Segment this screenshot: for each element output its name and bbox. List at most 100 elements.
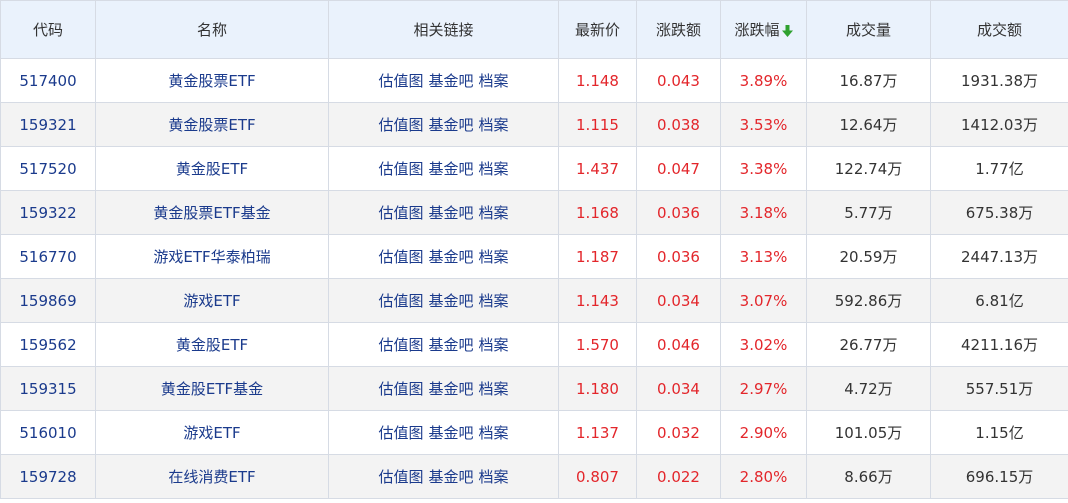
- price-change-pct: 3.53%: [720, 102, 807, 147]
- price-change: 0.034: [636, 278, 721, 323]
- fund-profile-link[interactable]: 档案: [479, 248, 509, 266]
- related-links-cell: 估值图 基金吧 档案: [328, 322, 559, 367]
- column-header-change-pct[interactable]: 涨跌幅: [720, 0, 807, 59]
- fund-code-link[interactable]: 159562: [0, 322, 96, 367]
- price-change-pct: 3.38%: [720, 146, 807, 191]
- fund-code-link[interactable]: 159728: [0, 454, 96, 499]
- column-header-name[interactable]: 名称: [95, 0, 329, 59]
- fund-code-link[interactable]: 159869: [0, 278, 96, 323]
- fund-profile-link[interactable]: 档案: [479, 468, 509, 486]
- price-change-pct: 3.13%: [720, 234, 807, 279]
- trade-volume: 26.77万: [806, 322, 931, 367]
- trade-volume: 5.77万: [806, 190, 931, 235]
- fund-forum-link[interactable]: 基金吧: [428, 204, 473, 222]
- fund-profile-link[interactable]: 档案: [479, 160, 509, 178]
- fund-forum-link[interactable]: 基金吧: [428, 336, 473, 354]
- valuation-chart-link[interactable]: 估值图: [378, 424, 423, 442]
- valuation-chart-link[interactable]: 估值图: [378, 204, 423, 222]
- column-header-volume[interactable]: 成交量: [806, 0, 931, 59]
- column-header-price[interactable]: 最新价: [558, 0, 637, 59]
- fund-forum-link[interactable]: 基金吧: [428, 380, 473, 398]
- fund-code-link[interactable]: 516770: [0, 234, 96, 279]
- fund-name-link[interactable]: 黄金股票ETF: [95, 102, 329, 147]
- valuation-chart-link[interactable]: 估值图: [378, 248, 423, 266]
- fund-forum-link[interactable]: 基金吧: [428, 116, 473, 134]
- fund-code-link[interactable]: 159321: [0, 102, 96, 147]
- price-change: 0.047: [636, 146, 721, 191]
- column-header-change[interactable]: 涨跌额: [636, 0, 721, 59]
- price-change: 0.036: [636, 190, 721, 235]
- trade-amount: 696.15万: [930, 454, 1068, 499]
- trade-volume: 8.66万: [806, 454, 931, 499]
- latest-price: 1.437: [558, 146, 637, 191]
- valuation-chart-link[interactable]: 估值图: [378, 72, 423, 90]
- fund-name-link[interactable]: 游戏ETF: [95, 278, 329, 323]
- fund-profile-link[interactable]: 档案: [479, 336, 509, 354]
- price-change: 0.038: [636, 102, 721, 147]
- trade-volume: 122.74万: [806, 146, 931, 191]
- fund-name-link[interactable]: 黄金股票ETF基金: [95, 190, 329, 235]
- trade-volume: 16.87万: [806, 58, 931, 103]
- fund-profile-link[interactable]: 档案: [479, 292, 509, 310]
- table-row: 159869 游戏ETF 估值图 基金吧 档案 1.143 0.034 3.07% 592.86…: [0, 278, 1068, 323]
- fund-profile-link[interactable]: 档案: [479, 72, 509, 90]
- fund-code-link[interactable]: 159322: [0, 190, 96, 235]
- fund-code-link[interactable]: 516010: [0, 410, 96, 455]
- fund-name-link[interactable]: 游戏ETF华泰柏瑞: [95, 234, 329, 279]
- related-links-cell: 估值图 基金吧 档案: [328, 278, 559, 323]
- column-header-amount[interactable]: 成交额: [930, 0, 1068, 59]
- trade-amount: 557.51万: [930, 366, 1068, 411]
- trade-volume: 4.72万: [806, 366, 931, 411]
- trade-amount: 6.81亿: [930, 278, 1068, 323]
- valuation-chart-link[interactable]: 估值图: [378, 380, 423, 398]
- related-links-cell: 估值图 基金吧 档案: [328, 102, 559, 147]
- table-header-row: 代码 名称 相关链接 最新价 涨跌额 涨跌幅 成交量 成交额: [0, 0, 1068, 59]
- related-links-cell: 估值图 基金吧 档案: [328, 146, 559, 191]
- valuation-chart-link[interactable]: 估值图: [378, 292, 423, 310]
- fund-name-link[interactable]: 黄金股ETF基金: [95, 366, 329, 411]
- fund-profile-link[interactable]: 档案: [479, 116, 509, 134]
- latest-price: 1.137: [558, 410, 637, 455]
- fund-name-link[interactable]: 黄金股ETF: [95, 146, 329, 191]
- latest-price: 1.187: [558, 234, 637, 279]
- trade-amount: 1.77亿: [930, 146, 1068, 191]
- column-header-code[interactable]: 代码: [0, 0, 96, 59]
- fund-name-link[interactable]: 游戏ETF: [95, 410, 329, 455]
- price-change-pct: 3.89%: [720, 58, 807, 103]
- price-change-pct: 2.97%: [720, 366, 807, 411]
- price-change-pct: 3.02%: [720, 322, 807, 367]
- price-change-pct: 3.18%: [720, 190, 807, 235]
- fund-code-link[interactable]: 159315: [0, 366, 96, 411]
- fund-forum-link[interactable]: 基金吧: [428, 468, 473, 486]
- valuation-chart-link[interactable]: 估值图: [378, 160, 423, 178]
- fund-name-link[interactable]: 黄金股ETF: [95, 322, 329, 367]
- fund-forum-link[interactable]: 基金吧: [428, 424, 473, 442]
- valuation-chart-link[interactable]: 估值图: [378, 468, 423, 486]
- fund-profile-link[interactable]: 档案: [479, 204, 509, 222]
- fund-profile-link[interactable]: 档案: [479, 380, 509, 398]
- fund-code-link[interactable]: 517520: [0, 146, 96, 191]
- table-row: 159321 黄金股票ETF 估值图 基金吧 档案 1.115 0.038 3.53% 12.6…: [0, 102, 1068, 147]
- fund-profile-link[interactable]: 档案: [479, 424, 509, 442]
- price-change: 0.034: [636, 366, 721, 411]
- fund-forum-link[interactable]: 基金吧: [428, 292, 473, 310]
- latest-price: 1.168: [558, 190, 637, 235]
- table-row: 159562 黄金股ETF 估值图 基金吧 档案 1.570 0.046 3.02% 26.77…: [0, 322, 1068, 367]
- price-change: 0.043: [636, 58, 721, 103]
- fund-forum-link[interactable]: 基金吧: [428, 160, 473, 178]
- fund-name-link[interactable]: 黄金股票ETF: [95, 58, 329, 103]
- fund-code-link[interactable]: 517400: [0, 58, 96, 103]
- valuation-chart-link[interactable]: 估值图: [378, 336, 423, 354]
- latest-price: 1.148: [558, 58, 637, 103]
- fund-name-link[interactable]: 在线消费ETF: [95, 454, 329, 499]
- trade-amount: 675.38万: [930, 190, 1068, 235]
- fund-forum-link[interactable]: 基金吧: [428, 72, 473, 90]
- price-change-pct: 2.90%: [720, 410, 807, 455]
- latest-price: 1.143: [558, 278, 637, 323]
- valuation-chart-link[interactable]: 估值图: [378, 116, 423, 134]
- trade-amount: 4211.16万: [930, 322, 1068, 367]
- fund-forum-link[interactable]: 基金吧: [428, 248, 473, 266]
- trade-amount: 1.15亿: [930, 410, 1068, 455]
- trade-volume: 12.64万: [806, 102, 931, 147]
- trade-volume: 20.59万: [806, 234, 931, 279]
